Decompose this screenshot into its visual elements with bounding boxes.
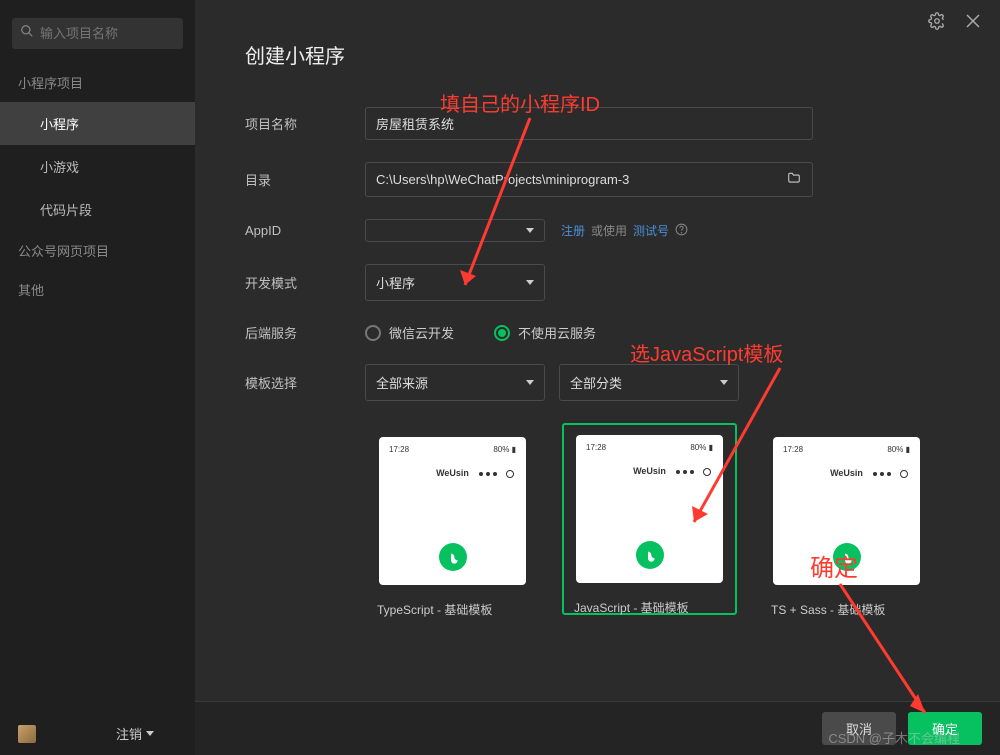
radio-circle-icon: [365, 325, 381, 341]
page-title: 创建小程序: [245, 40, 950, 69]
select-appid[interactable]: [365, 219, 545, 242]
wechat-logo-icon: [439, 543, 467, 571]
thumb-time: 17:28: [783, 445, 803, 454]
sidebar-item-minigame[interactable]: 小游戏: [0, 145, 195, 188]
thumb-header: WeUsin: [830, 468, 863, 478]
project-name-field[interactable]: [376, 116, 802, 131]
gear-icon[interactable]: [928, 12, 946, 35]
select-mode[interactable]: 小程序: [365, 264, 545, 301]
wechat-logo-icon: [636, 541, 664, 569]
avatar[interactable]: [18, 725, 36, 743]
sidebar-item-miniprogram[interactable]: 小程序: [0, 102, 195, 145]
folder-icon[interactable]: [786, 171, 802, 188]
thumb-battery: 80% ▮: [887, 445, 910, 454]
wechat-logo-icon: [833, 543, 861, 571]
label-appid: AppID: [245, 223, 365, 238]
search-box[interactable]: [12, 18, 183, 49]
label-template: 模板选择: [245, 373, 365, 392]
label-name: 项目名称: [245, 114, 365, 133]
radio-cloud-label: 微信云开发: [389, 323, 454, 342]
chevron-down-icon: [526, 228, 534, 233]
sidebar: 小程序项目 小程序 小游戏 代码片段 公众号网页项目 其他 注销: [0, 0, 195, 755]
sidebar-item-snippet[interactable]: 代码片段: [0, 188, 195, 231]
topbar: [928, 12, 982, 35]
thumb-battery: 80% ▮: [690, 443, 713, 452]
label-dir: 目录: [245, 170, 365, 189]
chevron-down-icon: [526, 380, 534, 385]
watermark: CSDN @子木不会编程: [828, 728, 960, 747]
help-icon[interactable]: [675, 223, 688, 239]
label-mode: 开发模式: [245, 273, 365, 292]
radio-cloud[interactable]: 微信云开发: [365, 323, 454, 342]
chevron-down-icon: [146, 731, 154, 736]
thumb-battery: 80% ▮: [493, 445, 516, 454]
nav-section-other: 其他: [0, 270, 195, 309]
source-value: 全部来源: [376, 373, 428, 392]
template-label: JavaScript - 基础模板: [562, 599, 737, 616]
template-label: TypeScript - 基础模板: [365, 601, 540, 618]
nav-section-miniprogram: 小程序项目: [0, 63, 195, 102]
thumb-time: 17:28: [586, 443, 606, 452]
appid-hint: 注册 或使用 测试号: [561, 222, 688, 239]
chevron-down-icon: [720, 380, 728, 385]
or-use-text: 或使用: [591, 222, 627, 239]
category-value: 全部分类: [570, 373, 622, 392]
thumb-header: WeUsin: [633, 466, 666, 476]
search-input[interactable]: [40, 26, 216, 41]
input-directory[interactable]: [365, 162, 813, 197]
logout-label: 注销: [116, 724, 142, 743]
template-card-javascript[interactable]: 17:28 80% ▮ WeUsin JavaScript - 基础模板: [562, 423, 737, 618]
register-link[interactable]: 注册: [561, 222, 585, 239]
template-list: 17:28 80% ▮ WeUsin TypeScript - 基础模板 17:2…: [365, 423, 950, 618]
main-panel: 创建小程序 项目名称 目录 AppID 注册 或: [195, 0, 1000, 755]
template-card-ts-sass[interactable]: 17:28 80% ▮ WeUsin TS + Sass - 基础模板: [759, 423, 934, 618]
search-icon: [20, 24, 34, 43]
template-label: TS + Sass - 基础模板: [759, 601, 934, 618]
radio-nocloud-label: 不使用云服务: [518, 323, 596, 342]
select-source[interactable]: 全部来源: [365, 364, 545, 401]
chevron-down-icon: [526, 280, 534, 285]
directory-field[interactable]: [376, 172, 786, 187]
template-card-typescript[interactable]: 17:28 80% ▮ WeUsin TypeScript - 基础模板: [365, 423, 540, 618]
nav-section-official: 公众号网页项目: [0, 231, 195, 270]
radio-no-cloud[interactable]: 不使用云服务: [494, 323, 596, 342]
sidebar-footer: 注销: [0, 712, 195, 755]
close-icon[interactable]: [964, 12, 982, 35]
backend-radio-group: 微信云开发 不使用云服务: [365, 323, 596, 342]
radio-circle-icon: [494, 325, 510, 341]
select-category[interactable]: 全部分类: [559, 364, 739, 401]
label-backend: 后端服务: [245, 323, 365, 342]
thumb-header: WeUsin: [436, 468, 469, 478]
mode-value: 小程序: [376, 273, 415, 292]
thumb-time: 17:28: [389, 445, 409, 454]
testid-link[interactable]: 测试号: [633, 222, 669, 239]
input-project-name[interactable]: [365, 107, 813, 140]
logout-button[interactable]: 注销: [116, 724, 154, 743]
